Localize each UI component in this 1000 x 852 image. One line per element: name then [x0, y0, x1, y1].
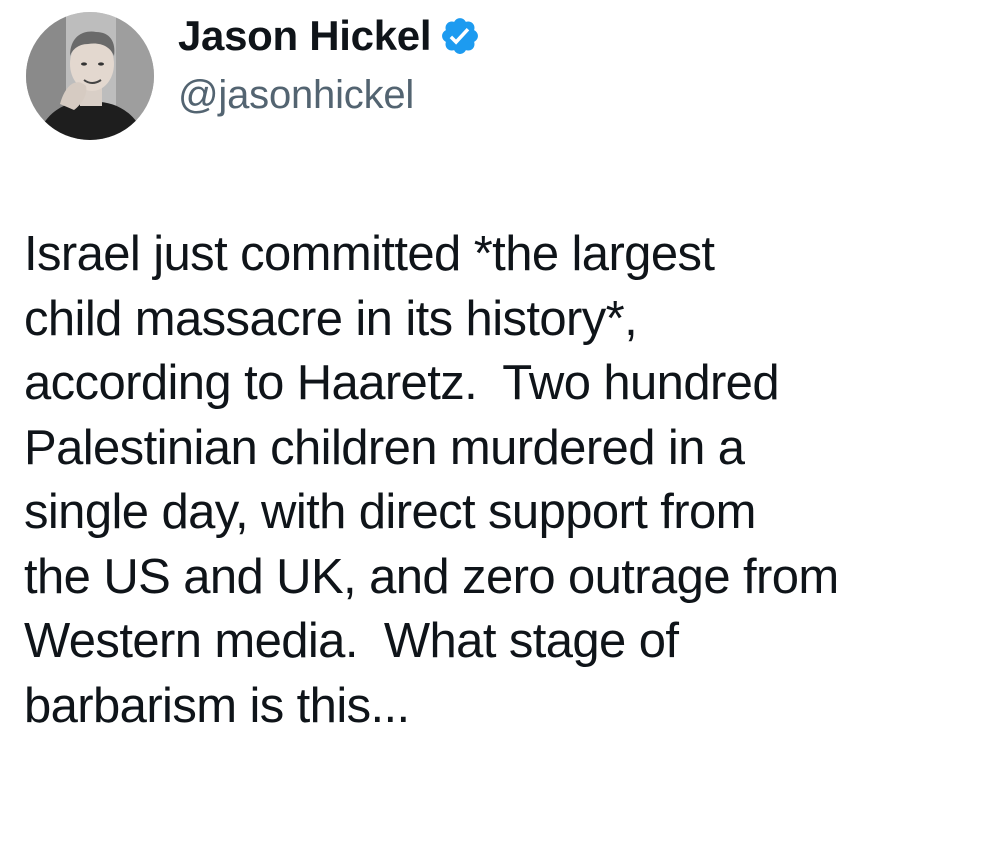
tweet-text-line: single day, with direct support from: [24, 485, 756, 539]
tweet-text-line: child massacre in its history*,: [24, 291, 638, 346]
tweet-text-line: barbarism is this...: [24, 678, 410, 733]
tweet-text-line: Israel just committed *the largest: [24, 227, 715, 281]
verified-badge-icon: [439, 15, 481, 57]
tweet-text-line: Western media. What stage of: [24, 614, 679, 668]
author-avatar[interactable]: [26, 12, 154, 140]
tweet-text-line: according to Haaretz. Two hundred: [24, 356, 780, 410]
tweet-text-line: the US and UK, and zero outrage from: [24, 549, 839, 604]
profile-photo-icon: [26, 12, 154, 140]
author-handle[interactable]: @jasonhickel: [178, 70, 414, 120]
author-name-row: Jason Hickel: [178, 10, 481, 62]
tweet-text-line: Palestinian children murdered in a: [24, 420, 745, 475]
author-display-name[interactable]: Jason Hickel: [178, 10, 432, 62]
tweet-text: Israel just committed *the largest child…: [24, 222, 994, 738]
tweet-card: Jason Hickel @jasonhickel Israel just co…: [0, 0, 1000, 852]
